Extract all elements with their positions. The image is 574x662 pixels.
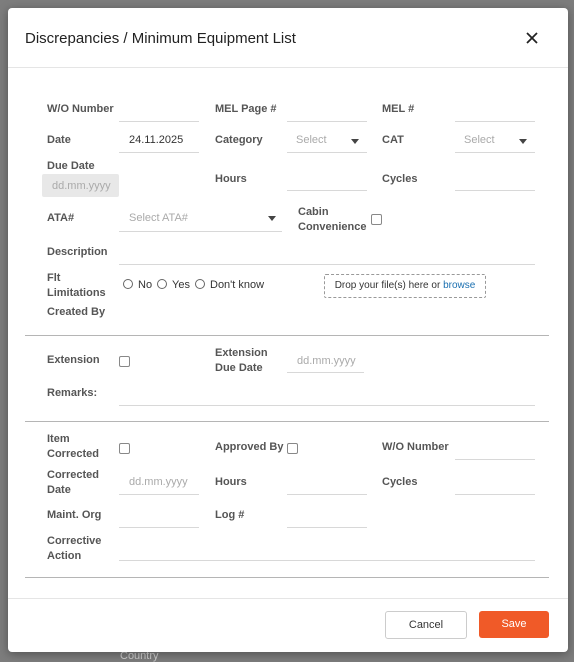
category-select[interactable]	[287, 152, 367, 153]
cancel-button[interactable]: Cancel	[385, 611, 467, 639]
mel-page-label: MEL Page #	[215, 103, 277, 115]
flt-limitations-label-line2: Limitations	[47, 287, 106, 299]
cycles-label: Cycles	[382, 173, 418, 185]
section-divider	[25, 335, 549, 336]
created-by-label: Created By	[47, 306, 106, 318]
cabin-convenience-checkbox[interactable]	[371, 214, 382, 225]
cabin-convenience-label-line2: Convenience	[298, 221, 367, 233]
item-corrected-label-line1: Item	[47, 433, 70, 445]
chevron-down-icon	[351, 139, 359, 144]
radio-no-label: No	[138, 279, 153, 291]
wo-number-input[interactable]	[119, 121, 199, 122]
mel-number-label: MEL #	[382, 103, 415, 115]
corrective-action-input[interactable]	[119, 560, 535, 561]
cat-select-value: Select	[464, 134, 495, 146]
extension-checkbox[interactable]	[119, 356, 130, 367]
correction-hours-label: Hours	[215, 476, 247, 488]
date-input[interactable]	[119, 152, 199, 153]
save-button[interactable]: Save	[479, 611, 549, 638]
correction-cycles-label: Cycles	[382, 476, 418, 488]
category-select-value: Select	[296, 134, 327, 146]
corrective-action-label-line2: Action	[47, 550, 82, 562]
radio-dont-know-label: Don't know	[210, 279, 265, 291]
remarks-label: Remarks:	[47, 387, 98, 399]
hours-input[interactable]	[287, 190, 367, 191]
section-divider	[25, 577, 549, 578]
ata-label: ATA#	[47, 212, 75, 224]
extension-due-date-label-line1: Extension	[215, 347, 268, 359]
due-date-label: Due Date	[47, 160, 95, 172]
item-corrected-label-line2: Corrected	[47, 448, 99, 460]
chevron-down-icon	[519, 139, 527, 144]
cat-label: CAT	[382, 134, 404, 146]
cat-select[interactable]	[455, 152, 535, 153]
corrected-date-label-line1: Corrected	[47, 469, 99, 481]
extension-label: Extension	[47, 354, 100, 366]
description-label: Description	[47, 246, 108, 258]
description-input[interactable]	[119, 264, 535, 265]
file-dropzone[interactable]: Drop your file(s) here or browse	[324, 274, 486, 298]
corrective-action-label-line1: Corrective	[47, 535, 102, 547]
flt-limitations-label-line1: Flt	[47, 272, 61, 284]
maint-org-input[interactable]	[119, 527, 199, 528]
correction-wo-number-label: W/O Number	[382, 441, 449, 453]
chevron-down-icon	[268, 216, 276, 221]
section-divider	[25, 421, 549, 422]
wo-number-label: W/O Number	[47, 103, 114, 115]
approved-by-label: Approved By	[215, 441, 284, 453]
dropzone-text: Drop your file(s) here or	[334, 280, 441, 291]
close-icon[interactable]	[524, 30, 540, 46]
log-number-label: Log #	[215, 509, 245, 521]
corrected-date-placeholder: dd.mm.yyyy	[129, 476, 188, 488]
ata-select-value: Select ATA#	[129, 212, 188, 224]
extension-due-date-label-line2: Due Date	[215, 362, 263, 374]
log-number-input[interactable]	[287, 527, 367, 528]
radio-dont-know[interactable]	[195, 279, 205, 289]
remarks-input[interactable]	[119, 405, 535, 406]
category-label: Category	[215, 134, 263, 146]
approved-by-checkbox[interactable]	[287, 443, 298, 454]
mel-number-input[interactable]	[455, 121, 535, 122]
correction-cycles-input[interactable]	[455, 494, 535, 495]
cycles-input[interactable]	[455, 190, 535, 191]
corrected-date-label-line2: Date	[47, 484, 71, 496]
extension-due-date-input[interactable]	[287, 372, 364, 373]
maint-org-label: Maint. Org	[47, 509, 102, 521]
correction-hours-input[interactable]	[287, 494, 367, 495]
date-label: Date	[47, 134, 71, 146]
footer-divider	[8, 598, 568, 599]
ata-select[interactable]	[119, 231, 282, 232]
due-date-placeholder: dd.mm.yyyy	[52, 180, 111, 192]
correction-wo-number-input[interactable]	[455, 459, 535, 460]
extension-due-date-placeholder: dd.mm.yyyy	[297, 355, 356, 367]
cabin-convenience-label-line1: Cabin	[298, 206, 329, 218]
header-divider	[8, 67, 568, 68]
browse-link[interactable]: browse	[443, 280, 475, 291]
mel-page-input[interactable]	[287, 121, 367, 122]
date-value: 24.11.2025	[129, 134, 184, 146]
corrected-date-input[interactable]	[119, 494, 199, 495]
hours-label: Hours	[215, 173, 247, 185]
item-corrected-checkbox[interactable]	[119, 443, 130, 454]
radio-no[interactable]	[123, 279, 133, 289]
radio-yes[interactable]	[157, 279, 167, 289]
modal-title: Discrepancies / Minimum Equipment List	[25, 30, 296, 47]
mel-modal: Discrepancies / Minimum Equipment List W…	[8, 8, 568, 652]
radio-yes-label: Yes	[172, 279, 190, 291]
